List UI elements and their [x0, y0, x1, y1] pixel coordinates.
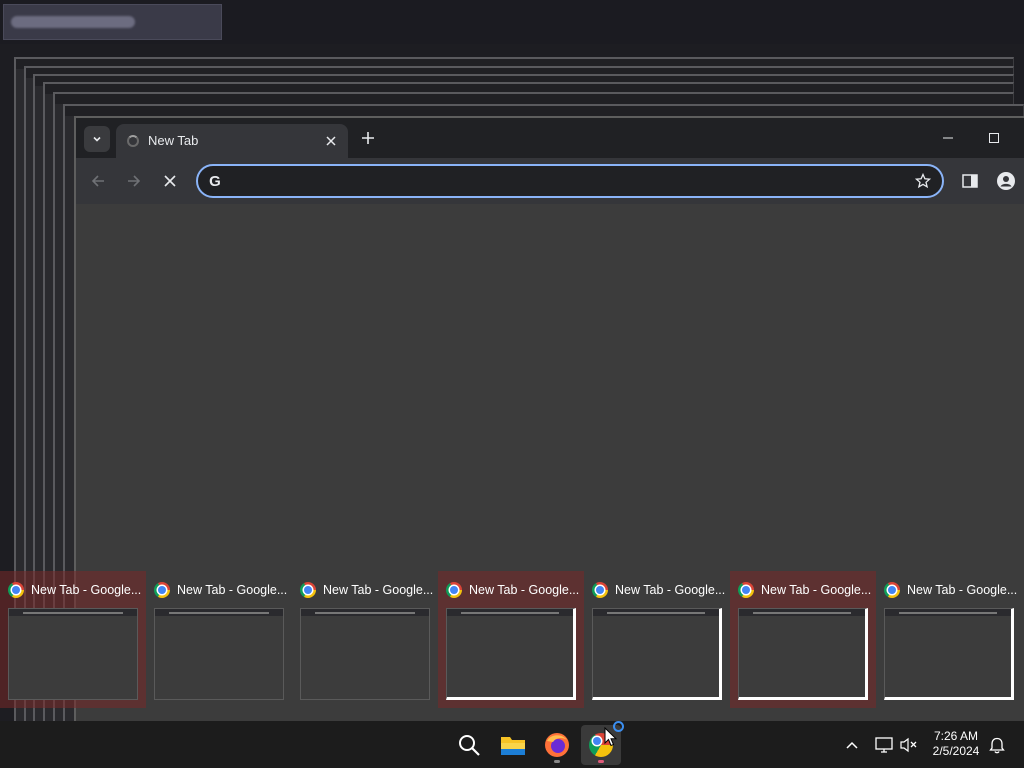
plus-icon — [362, 132, 374, 144]
file-explorer-icon — [501, 737, 525, 755]
show-hidden-icons-button[interactable] — [842, 735, 862, 755]
thumbnail-title: New Tab - Google... — [323, 583, 434, 597]
blurred-title-bar — [11, 16, 135, 28]
thumbnail-preview — [738, 608, 868, 700]
window-thumbnail[interactable]: New Tab - Google... — [438, 571, 584, 708]
tab-strip: New Tab — [76, 118, 1024, 158]
thumbnail-label: New Tab - Google... — [446, 582, 580, 598]
chevron-down-icon — [93, 136, 101, 142]
side-panel-button[interactable] — [959, 170, 981, 192]
speaker-muted-icon — [900, 737, 917, 753]
back-button[interactable] — [86, 169, 110, 193]
volume-button[interactable] — [899, 735, 919, 755]
thumbnail-label: New Tab - Google... — [300, 582, 434, 598]
tab-search-button[interactable] — [84, 126, 110, 152]
back-arrow-icon — [91, 175, 104, 187]
firefox-icon — [545, 733, 569, 757]
profile-button[interactable] — [995, 170, 1017, 192]
chrome-icon — [446, 582, 462, 598]
chrome-icon — [592, 582, 608, 598]
forward-button[interactable] — [122, 169, 146, 193]
notifications-button[interactable] — [987, 735, 1007, 755]
chrome-icon — [884, 582, 900, 598]
thumbnail-title: New Tab - Google... — [907, 583, 1018, 597]
chrome-icon — [154, 582, 170, 598]
close-icon — [326, 136, 336, 146]
address-input[interactable] — [232, 170, 882, 192]
maximize-button[interactable] — [984, 128, 1004, 148]
thumbnail-label: New Tab - Google... — [8, 582, 142, 598]
thumbnail-title: New Tab - Google... — [177, 583, 288, 597]
taskbar-search-button[interactable] — [449, 725, 489, 765]
tab-title: New Tab — [148, 133, 199, 148]
side-panel-icon — [962, 174, 978, 188]
background-window-bar — [65, 106, 1023, 116]
chrome-icon — [300, 582, 316, 598]
chrome-icon — [8, 582, 24, 598]
blurred-window-title[interactable] — [3, 4, 222, 40]
taskbar-clock[interactable]: 7:26 AM 2/5/2024 — [924, 729, 988, 759]
chrome-icon — [738, 582, 754, 598]
chevron-up-icon — [846, 741, 858, 749]
network-status-button[interactable] — [874, 735, 894, 755]
thumbnail-title: New Tab - Google... — [615, 583, 726, 597]
browser-toolbar: G — [76, 158, 1024, 204]
profile-icon — [997, 172, 1015, 190]
network-monitor-icon — [875, 737, 893, 753]
background-window-bar — [55, 94, 1013, 104]
forward-arrow-icon — [128, 175, 141, 187]
thumbnail-title: New Tab - Google... — [761, 583, 872, 597]
thumbnail-preview — [592, 608, 722, 700]
google-g-icon: G — [209, 172, 221, 190]
window-thumbnail[interactable]: New Tab - Google... — [730, 571, 876, 708]
minimize-icon — [943, 137, 953, 139]
thumbnail-label: New Tab - Google... — [738, 582, 872, 598]
clock-date: 2/5/2024 — [932, 744, 980, 758]
thumbnail-label: New Tab - Google... — [884, 582, 1018, 598]
window-thumbnail[interactable]: New Tab - Google... — [0, 571, 146, 708]
taskbar-thumbnail-strip: New Tab - Google... New Tab - Google... … — [0, 571, 1024, 708]
taskbar: 7:26 AM 2/5/2024 — [0, 721, 1024, 768]
tab-close-button[interactable] — [322, 132, 340, 150]
thumbnail-preview — [8, 608, 138, 700]
star-icon — [915, 173, 931, 189]
desktop-top-strip — [0, 0, 1024, 44]
maximize-icon — [989, 133, 999, 143]
window-thumbnail[interactable]: New Tab - Google... — [876, 571, 1022, 708]
thumbnail-preview — [884, 608, 1014, 700]
search-icon — [459, 735, 480, 756]
new-tab-button[interactable] — [356, 126, 380, 150]
clock-time: 7:26 AM — [933, 729, 979, 743]
thumbnail-label: New Tab - Google... — [154, 582, 288, 598]
mouse-cursor-icon — [604, 727, 618, 747]
taskbar-file-explorer[interactable] — [493, 725, 533, 765]
thumbnail-title: New Tab - Google... — [31, 583, 142, 597]
window-thumbnail[interactable]: New Tab - Google... — [146, 571, 292, 708]
window-thumbnail[interactable]: New Tab - Google... — [584, 571, 730, 708]
stop-loading-button[interactable] — [158, 169, 182, 193]
tab-new-tab[interactable]: New Tab — [116, 124, 348, 158]
taskbar-firefox[interactable] — [537, 725, 577, 765]
thumbnail-preview — [300, 608, 430, 700]
running-indicator — [554, 760, 560, 763]
thumbnail-title: New Tab - Google... — [469, 583, 580, 597]
window-thumbnail[interactable]: New Tab - Google... — [292, 571, 438, 708]
loading-spinner-icon — [127, 135, 139, 147]
minimize-button[interactable] — [938, 128, 958, 148]
omnibox[interactable]: G — [196, 164, 944, 198]
thumbnail-preview — [154, 608, 284, 700]
close-icon — [164, 175, 176, 187]
thumbnail-preview — [446, 608, 576, 700]
bookmark-star-button[interactable] — [914, 172, 932, 190]
bell-icon — [989, 737, 1005, 754]
running-indicator — [510, 760, 516, 763]
thumbnail-label: New Tab - Google... — [592, 582, 726, 598]
running-indicator — [598, 760, 604, 763]
